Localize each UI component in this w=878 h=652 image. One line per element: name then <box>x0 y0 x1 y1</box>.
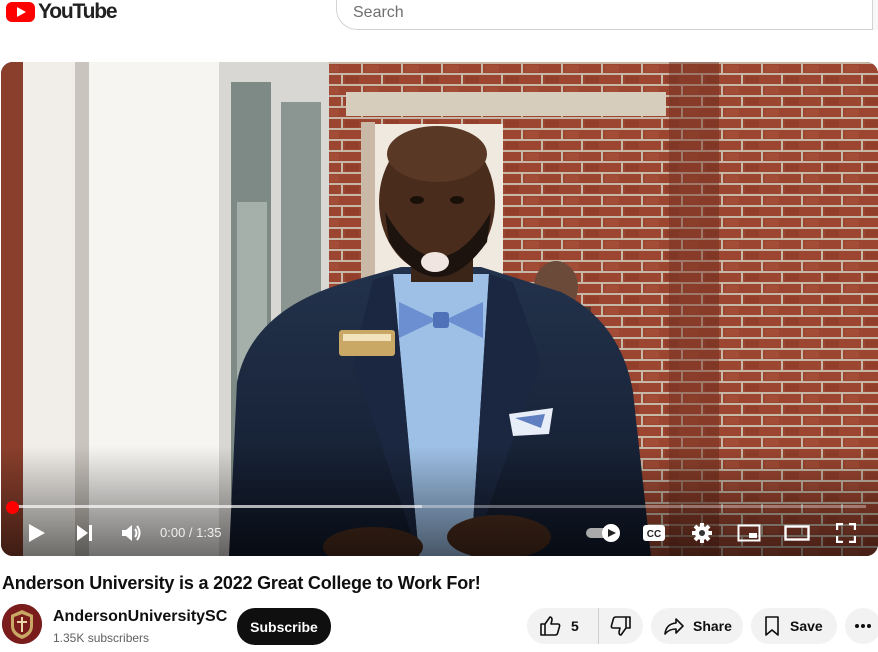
miniplayer-button[interactable] <box>734 518 764 548</box>
settings-button[interactable] <box>687 518 717 548</box>
video-player[interactable]: 0:00 / 1:35 CC <box>1 62 878 556</box>
subscriber-count: 1.35K subscribers <box>53 631 150 645</box>
settings-icon <box>692 523 712 543</box>
save-label: Save <box>790 618 823 634</box>
share-arrow-icon <box>664 618 684 635</box>
more-actions-button[interactable] <box>845 608 878 644</box>
save-button[interactable]: Save <box>751 608 837 644</box>
buffered-bar <box>13 505 423 508</box>
bookmark-icon <box>765 616 779 636</box>
fullscreen-button[interactable] <box>831 518 861 548</box>
thumbs-up-icon <box>540 616 561 636</box>
mute-button[interactable] <box>117 518 147 548</box>
channel-avatar[interactable] <box>2 604 42 644</box>
like-count: 5 <box>571 618 579 634</box>
channel-name[interactable]: AndersonUniversitySC <box>53 608 227 626</box>
miniplayer-icon <box>737 524 761 542</box>
dislike-button[interactable] <box>599 608 643 644</box>
autoplay-toggle-icon <box>586 524 620 542</box>
progress-bar[interactable] <box>13 505 866 508</box>
search-box <box>336 0 876 30</box>
next-button[interactable] <box>71 518 99 548</box>
more-horizontal-icon <box>855 624 871 628</box>
autoplay-toggle[interactable] <box>584 518 622 548</box>
play-button[interactable] <box>23 518 51 548</box>
captions-icon: CC <box>643 525 665 541</box>
scrubber-handle[interactable] <box>6 501 19 514</box>
time-display: 0:00 / 1:35 <box>160 525 222 540</box>
subscribe-button[interactable]: Subscribe <box>237 608 331 645</box>
volume-icon <box>122 525 141 541</box>
fullscreen-icon <box>836 523 856 543</box>
youtube-logo[interactable]: YouTube <box>6 0 118 24</box>
play-icon <box>29 524 45 542</box>
like-dislike-group: 5 <box>527 608 643 644</box>
like-button[interactable]: 5 <box>527 608 599 644</box>
search-button[interactable] <box>872 0 878 30</box>
theater-mode-button[interactable] <box>781 518 813 548</box>
share-label: Share <box>693 618 732 634</box>
youtube-play-logo-icon <box>6 2 35 22</box>
share-button[interactable]: Share <box>651 608 743 644</box>
university-crest-icon <box>2 604 42 644</box>
thumbs-down-icon <box>610 616 631 636</box>
theater-icon <box>784 525 810 541</box>
captions-button[interactable]: CC <box>639 518 669 548</box>
svg-text:CC: CC <box>647 529 661 540</box>
masthead: YouTube <box>0 0 878 40</box>
logo-text: YouTube <box>38 0 118 23</box>
next-icon <box>77 525 92 541</box>
video-title: Anderson University is a 2022 Great Coll… <box>2 573 481 593</box>
search-input[interactable] <box>353 1 853 25</box>
